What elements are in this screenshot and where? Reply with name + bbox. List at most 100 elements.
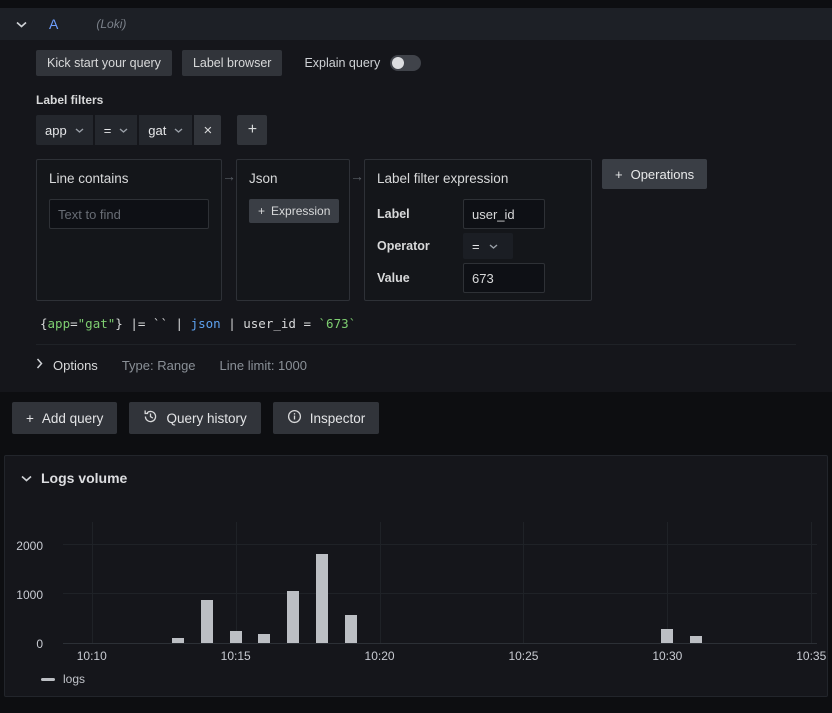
y-tick-label: 0	[36, 637, 43, 651]
chevron-right-icon[interactable]	[36, 356, 43, 374]
chevron-down-icon	[174, 128, 183, 133]
plot-wrap: 010002000	[63, 522, 817, 644]
operator-field-label: Operator	[377, 239, 463, 253]
label-field-label: Label	[377, 207, 463, 221]
volume-bar	[258, 634, 270, 643]
operation-title: Json	[249, 171, 337, 186]
logs-volume-title: Logs volume	[41, 470, 127, 486]
query-token: "gat"	[78, 316, 116, 331]
x-tick-label: 10:15	[221, 649, 251, 663]
chevron-down-icon[interactable]	[21, 469, 32, 487]
y-tick-label: 1000	[16, 588, 43, 602]
volume-bar	[345, 615, 357, 643]
x-tick-label: 10:35	[796, 649, 826, 663]
label-filter-expression-fields: Label Operator = Value	[377, 199, 579, 293]
chart-legend-item[interactable]: logs	[41, 672, 827, 686]
value-field-input[interactable]	[463, 263, 545, 293]
history-icon	[143, 409, 158, 427]
options-row: Options Type: Range Line limit: 1000	[36, 344, 796, 390]
label-key-dropdown[interactable]: app	[36, 115, 93, 145]
logs-volume-panel: Logs volume 010002000 10:1010:1510:2010:…	[4, 455, 828, 697]
query-token: app	[48, 316, 71, 331]
volume-bar	[230, 631, 242, 643]
query-token: =	[70, 316, 78, 331]
query-token: {	[40, 316, 48, 331]
plus-icon: +	[26, 411, 34, 426]
query-history-button[interactable]: Query history	[129, 402, 260, 434]
vertical-gridline	[811, 522, 812, 643]
add-expression-button[interactable]: + Expression	[249, 199, 339, 223]
line-contains-input[interactable]	[49, 199, 209, 229]
options-toggle-label[interactable]: Options	[53, 358, 98, 373]
plus-icon: +	[248, 121, 257, 139]
chevron-down-icon[interactable]	[16, 15, 27, 33]
y-axis-labels: 010002000	[5, 522, 53, 644]
x-tick-label: 10:10	[77, 649, 107, 663]
volume-bar	[690, 636, 702, 643]
vertical-gridline	[380, 522, 381, 643]
vertical-gridline	[92, 522, 93, 643]
x-axis-labels: 10:1010:1510:2010:2510:3010:35	[63, 649, 817, 665]
y-tick-label: 2000	[16, 539, 43, 553]
query-row-header[interactable]: A (Loki)	[0, 8, 832, 40]
add-query-label: Add query	[42, 411, 104, 426]
remove-label-filter-button[interactable]: ×	[194, 115, 221, 145]
volume-bar	[201, 600, 213, 643]
plot-area	[63, 522, 817, 644]
label-operator-dropdown[interactable]: =	[95, 115, 138, 145]
vertical-gridline	[523, 522, 524, 643]
toggle-knob	[392, 57, 404, 69]
add-label-filter-button[interactable]: +	[237, 115, 267, 145]
vertical-gridline	[236, 522, 237, 643]
operator-field-value: =	[472, 239, 480, 254]
label-filter-row: app = gat × +	[36, 115, 796, 145]
query-body: Kick start your query Label browser Expl…	[0, 40, 832, 390]
query-token: `` |	[153, 316, 191, 331]
volume-bar	[316, 554, 328, 643]
plus-icon: +	[258, 204, 265, 218]
label-value-dropdown[interactable]: gat	[139, 115, 192, 145]
kick-start-query-button[interactable]: Kick start your query	[36, 50, 172, 76]
page: A (Loki) Kick start your query Label bro…	[0, 8, 832, 713]
chevron-down-icon	[75, 128, 84, 133]
operation-title: Label filter expression	[377, 171, 579, 186]
query-token: `673`	[319, 316, 357, 331]
arrow-right-icon: →	[222, 169, 236, 183]
operation-line-contains: Line contains	[36, 159, 222, 301]
chevron-down-icon	[119, 128, 128, 133]
volume-bar	[661, 629, 673, 643]
value-field-label: Value	[377, 271, 463, 285]
operation-label-filter-expression: Label filter expression Label Operator =…	[364, 159, 592, 301]
operations-button-label: Operations	[631, 167, 695, 182]
options-line-limit: Line limit: 1000	[220, 358, 307, 373]
x-tick-label: 10:20	[365, 649, 395, 663]
volume-bar	[172, 638, 184, 643]
operations-row: Line contains → Json + Expression → Labe…	[36, 159, 796, 301]
operator-field-select[interactable]: =	[463, 233, 513, 259]
logs-volume-header[interactable]: Logs volume	[5, 456, 827, 487]
explain-query-label: Explain query	[304, 56, 380, 70]
volume-bar	[287, 591, 299, 643]
x-tick-label: 10:30	[652, 649, 682, 663]
close-icon: ×	[203, 122, 212, 139]
inspector-label: Inspector	[310, 411, 366, 426]
inspector-button[interactable]: Inspector	[273, 402, 380, 434]
datasource-hint: (Loki)	[96, 17, 126, 31]
plus-icon: +	[615, 167, 623, 182]
add-expression-label: Expression	[271, 204, 330, 218]
query-toolbar: Kick start your query Label browser Expl…	[36, 50, 796, 76]
label-operator-value: =	[104, 123, 112, 138]
label-browser-button[interactable]: Label browser	[182, 50, 283, 76]
legend-swatch	[41, 678, 55, 681]
query-actions-row: + Add query Query history Inspector	[0, 392, 832, 444]
label-value-value: gat	[148, 123, 166, 138]
label-filters-title: Label filters	[36, 93, 796, 107]
query-token: } |=	[115, 316, 153, 331]
label-field-input[interactable]	[463, 199, 545, 229]
query-ref-id[interactable]: A	[49, 16, 58, 32]
add-query-button[interactable]: + Add query	[12, 402, 117, 434]
explain-query-toggle[interactable]	[390, 55, 421, 71]
add-operations-button[interactable]: + Operations	[602, 159, 707, 189]
query-token: | user_id =	[221, 316, 319, 331]
horizontal-gridline	[63, 593, 817, 594]
